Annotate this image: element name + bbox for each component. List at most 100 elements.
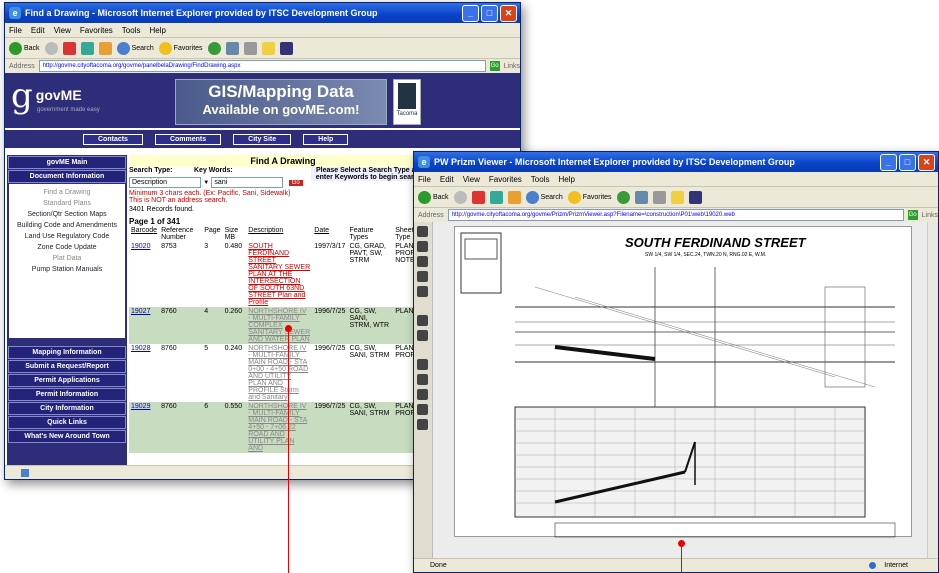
menu-edit[interactable]: Edit <box>31 26 45 35</box>
stop-icon[interactable] <box>471 190 485 204</box>
folder-icon[interactable] <box>670 190 684 204</box>
sidebar-document-information[interactable]: Document Information <box>8 170 126 183</box>
col-date[interactable]: Date <box>312 226 347 242</box>
menu-edit[interactable]: Edit <box>440 175 454 184</box>
menu-view[interactable]: View <box>54 26 71 35</box>
forward-arrow-icon[interactable] <box>453 190 467 204</box>
left-address-input[interactable]: http://govme.cityoftacoma.org/govme/pane… <box>38 60 486 72</box>
mail-icon[interactable] <box>634 190 648 204</box>
menu-tools[interactable]: Tools <box>531 175 550 184</box>
print-icon[interactable] <box>652 190 666 204</box>
pan-hand-icon[interactable] <box>417 389 428 400</box>
search-type-select[interactable]: Description <box>129 177 201 188</box>
zoom-in-icon[interactable] <box>417 226 428 237</box>
mail-icon[interactable] <box>225 41 239 55</box>
back-button[interactable]: Back <box>418 190 449 204</box>
address-go-button[interactable]: Go <box>907 210 918 220</box>
search-button[interactable]: Search <box>525 190 563 204</box>
links-label[interactable]: Links <box>504 63 520 70</box>
messenger-icon[interactable] <box>279 41 293 55</box>
print-icon[interactable] <box>243 41 257 55</box>
sidebar-item-plat-data[interactable]: Plat Data <box>9 253 125 264</box>
zoom-out-icon[interactable] <box>417 241 428 252</box>
key-words-input[interactable]: sani <box>211 177 284 188</box>
sidebar-item-find-drawing[interactable]: Find a Drawing <box>9 187 125 198</box>
sidebar-item-zone-code[interactable]: Zone Code Update <box>9 242 125 253</box>
sidebar-submit-request[interactable]: Submit a Request/Report <box>8 360 126 373</box>
col-description[interactable]: Description <box>246 226 312 242</box>
right-address-input[interactable]: http://govme.cityoftacoma.org/govme/Priz… <box>447 209 904 221</box>
drawing-sheet[interactable]: SOUTH FERDINAND STREET SW 1/4, SW 1/4, S… <box>454 226 912 538</box>
col-barcode[interactable]: Barcode <box>129 226 159 242</box>
fit-height-icon[interactable] <box>417 286 428 297</box>
refresh-icon[interactable] <box>80 41 94 55</box>
left-title-bar[interactable]: e Find a Drawing - Microsoft Internet Ex… <box>5 3 520 23</box>
description-link[interactable]: NORTHSHORE IV - MULTI-FAMILY MAIN ROAD -… <box>246 402 313 453</box>
sidebar-item-pump-station[interactable]: Pump Station Manuals <box>9 264 125 275</box>
vertical-scrollbar[interactable] <box>927 222 938 559</box>
sidebar-permit-applications[interactable]: Permit Applications <box>8 374 126 387</box>
sidebar-permit-information[interactable]: Permit Information <box>8 388 126 401</box>
menu-favorites[interactable]: Favorites <box>489 175 522 184</box>
menu-favorites[interactable]: Favorites <box>80 26 113 35</box>
close-icon[interactable]: ✕ <box>918 154 935 171</box>
address-go-button[interactable]: Go <box>489 61 500 71</box>
menu-file[interactable]: File <box>9 26 22 35</box>
menu-tools[interactable]: Tools <box>122 26 141 35</box>
stop-icon[interactable] <box>62 41 76 55</box>
menu-help[interactable]: Help <box>149 26 165 35</box>
sidebar-item-standard-plans[interactable]: Standard Plans <box>9 198 125 209</box>
print-icon[interactable] <box>417 419 428 430</box>
search-go-button[interactable]: Go <box>288 180 303 186</box>
nav-comments[interactable]: Comments <box>154 133 222 145</box>
favorites-button[interactable]: Favorites <box>158 41 203 55</box>
maximize-icon[interactable]: □ <box>899 154 916 171</box>
sidebar-quick-links[interactable]: Quick Links <box>8 416 126 429</box>
menu-file[interactable]: File <box>418 175 431 184</box>
menu-help[interactable]: Help <box>558 175 574 184</box>
close-icon[interactable]: ✕ <box>500 5 517 22</box>
menu-view[interactable]: View <box>463 175 480 184</box>
links-label[interactable]: Links <box>922 212 938 219</box>
nav-city-site[interactable]: City Site <box>233 133 292 145</box>
back-button[interactable]: Back <box>9 41 40 55</box>
fit-width-icon[interactable] <box>417 271 428 282</box>
description-link[interactable]: NORTHSHORE IV - MULTI-FAMILY MAIN ROAD -… <box>246 344 312 402</box>
description-link[interactable]: SOUTH FERDINAND STREET SANITARY SEWER PL… <box>246 242 312 307</box>
sidebar-mapping-information[interactable]: Mapping Information <box>8 346 126 359</box>
minimize-icon[interactable]: _ <box>880 154 897 171</box>
search-button[interactable]: Search <box>116 41 154 55</box>
govme-logo[interactable]: g govME government made easy <box>11 77 100 115</box>
sidebar-govme-main[interactable]: govME Main <box>8 156 126 169</box>
maximize-icon[interactable]: □ <box>481 5 498 22</box>
rotate-left-icon[interactable] <box>417 315 428 326</box>
sidebar-city-information[interactable]: City Information <box>8 402 126 415</box>
minimize-icon[interactable]: _ <box>462 5 479 22</box>
right-title-bar[interactable]: e PW Prizm Viewer - Microsoft Internet E… <box>414 152 938 172</box>
barcode-link[interactable]: 19028 <box>129 344 159 402</box>
fit-page-icon[interactable] <box>417 256 428 267</box>
barcode-link[interactable]: 19020 <box>129 242 159 307</box>
home-icon[interactable] <box>98 41 112 55</box>
favorites-button[interactable]: Favorites <box>567 190 612 204</box>
history-icon[interactable] <box>616 190 630 204</box>
chevron-down-icon[interactable]: ▼ <box>203 180 209 186</box>
sidebar-item-land-use[interactable]: Land Use Regulatory Code <box>9 231 125 242</box>
barcode-link[interactable]: 19027 <box>129 307 160 344</box>
nav-help[interactable]: Help <box>303 133 349 145</box>
rotate-right-icon[interactable] <box>417 330 428 341</box>
messenger-icon[interactable] <box>688 190 702 204</box>
sidebar-item-section-maps[interactable]: Section/Qtr Section Maps <box>9 209 125 220</box>
folder-icon[interactable] <box>261 41 275 55</box>
home-icon[interactable] <box>507 190 521 204</box>
history-icon[interactable] <box>207 41 221 55</box>
magnifier-icon[interactable] <box>417 404 428 415</box>
barcode-link[interactable]: 19029 <box>129 402 160 453</box>
gis-banner-ad[interactable]: GIS/Mapping Data Available on govME.com! <box>175 79 387 125</box>
select-area-icon[interactable] <box>417 374 428 385</box>
forward-arrow-icon[interactable] <box>44 41 58 55</box>
sidebar-item-building-code[interactable]: Building Code and Amendments <box>9 220 125 231</box>
thumbnail-icon[interactable] <box>417 359 428 370</box>
nav-contacts[interactable]: Contacts <box>83 133 143 145</box>
sidebar-whats-new[interactable]: What's New Around Town <box>8 430 126 443</box>
